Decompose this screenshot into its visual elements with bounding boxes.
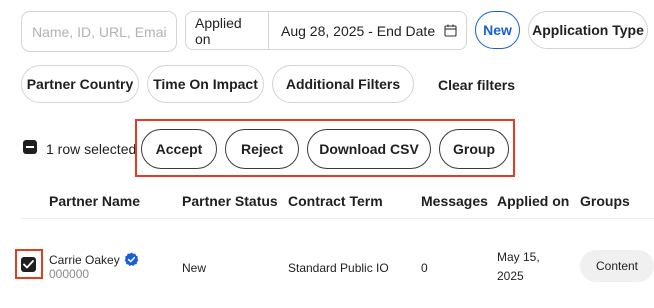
column-header-partner-status[interactable]: Partner Status	[182, 193, 278, 209]
column-header-partner-name[interactable]: Partner Name	[49, 193, 140, 209]
partner-country-filter[interactable]: Partner Country	[21, 65, 139, 103]
partner-status-cell: New	[182, 261, 207, 275]
column-header-messages[interactable]: Messages	[421, 193, 488, 209]
application-type-filter[interactable]: Application Type	[528, 11, 648, 49]
accept-button[interactable]: Accept	[141, 129, 217, 169]
additional-filters-button[interactable]: Additional Filters	[272, 65, 414, 103]
partner-id: 000000	[49, 267, 90, 281]
applied-on-date-filter[interactable]: Applied on Aug 28, 2025 - End Date	[185, 11, 467, 50]
rows-selected-count: 1 row selected	[46, 141, 137, 157]
reject-button[interactable]: Reject	[225, 129, 299, 169]
calendar-icon[interactable]	[444, 24, 457, 37]
contract-term-cell: Standard Public IO	[288, 261, 389, 275]
partner-name[interactable]: Carrie Oakey	[49, 253, 120, 267]
applied-on-cell: May 15, 2025	[497, 250, 540, 283]
column-header-applied-on[interactable]: Applied on	[497, 193, 569, 209]
minus-icon	[26, 146, 34, 148]
clear-filters-link[interactable]: Clear filters	[438, 77, 515, 93]
verified-check-icon	[124, 252, 139, 267]
column-header-groups[interactable]: Groups	[580, 193, 630, 209]
column-header-contract-term[interactable]: Contract Term	[288, 193, 383, 209]
search-input[interactable]	[21, 11, 177, 52]
new-status-filter[interactable]: New	[475, 11, 520, 49]
partner-name-cell[interactable]: Carrie Oakey	[49, 252, 139, 267]
download-csv-button[interactable]: Download CSV	[307, 129, 431, 169]
checkmark-icon	[23, 260, 34, 269]
group-button[interactable]: Group	[439, 129, 509, 169]
group-chip[interactable]: Content	[580, 250, 654, 282]
messages-cell: 0	[421, 261, 428, 275]
date-filter-label: Applied on	[186, 12, 269, 49]
date-range-picker[interactable]: Aug 28, 2025 - End Date	[269, 23, 466, 39]
header-divider	[21, 218, 654, 219]
deselect-all-checkbox[interactable]	[23, 140, 37, 154]
time-on-impact-filter[interactable]: Time On Impact	[147, 65, 264, 103]
row-checkbox[interactable]	[21, 257, 36, 272]
date-range-value: Aug 28, 2025 - End Date	[281, 22, 436, 39]
